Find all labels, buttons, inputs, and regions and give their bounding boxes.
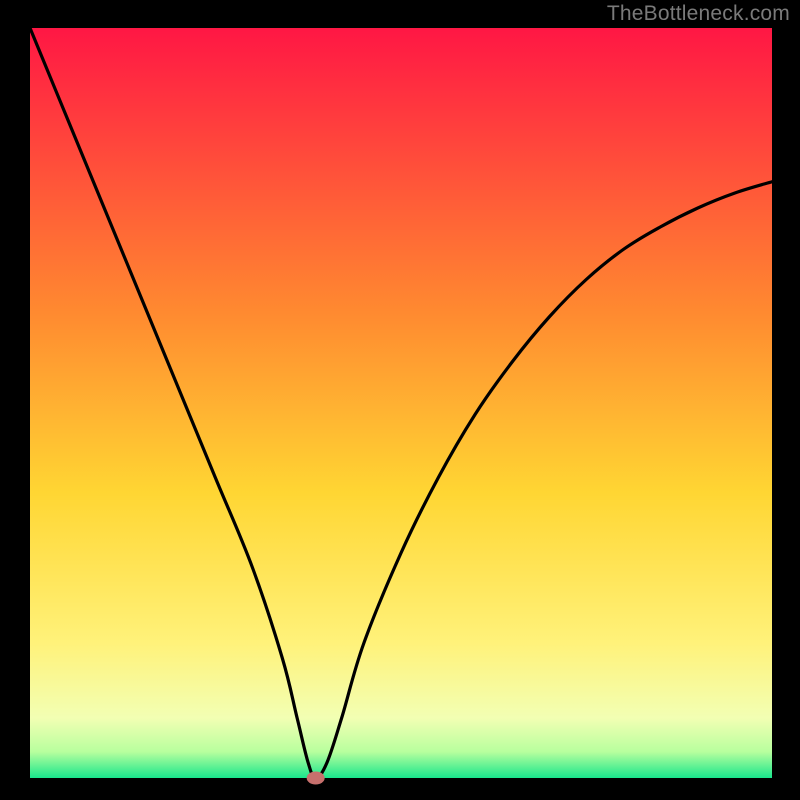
- chart-frame: TheBottleneck.com: [0, 0, 800, 800]
- optimal-marker: [307, 772, 325, 785]
- plot-background: [30, 28, 772, 778]
- bottleneck-chart: [0, 0, 800, 800]
- watermark-label: TheBottleneck.com: [607, 2, 790, 26]
